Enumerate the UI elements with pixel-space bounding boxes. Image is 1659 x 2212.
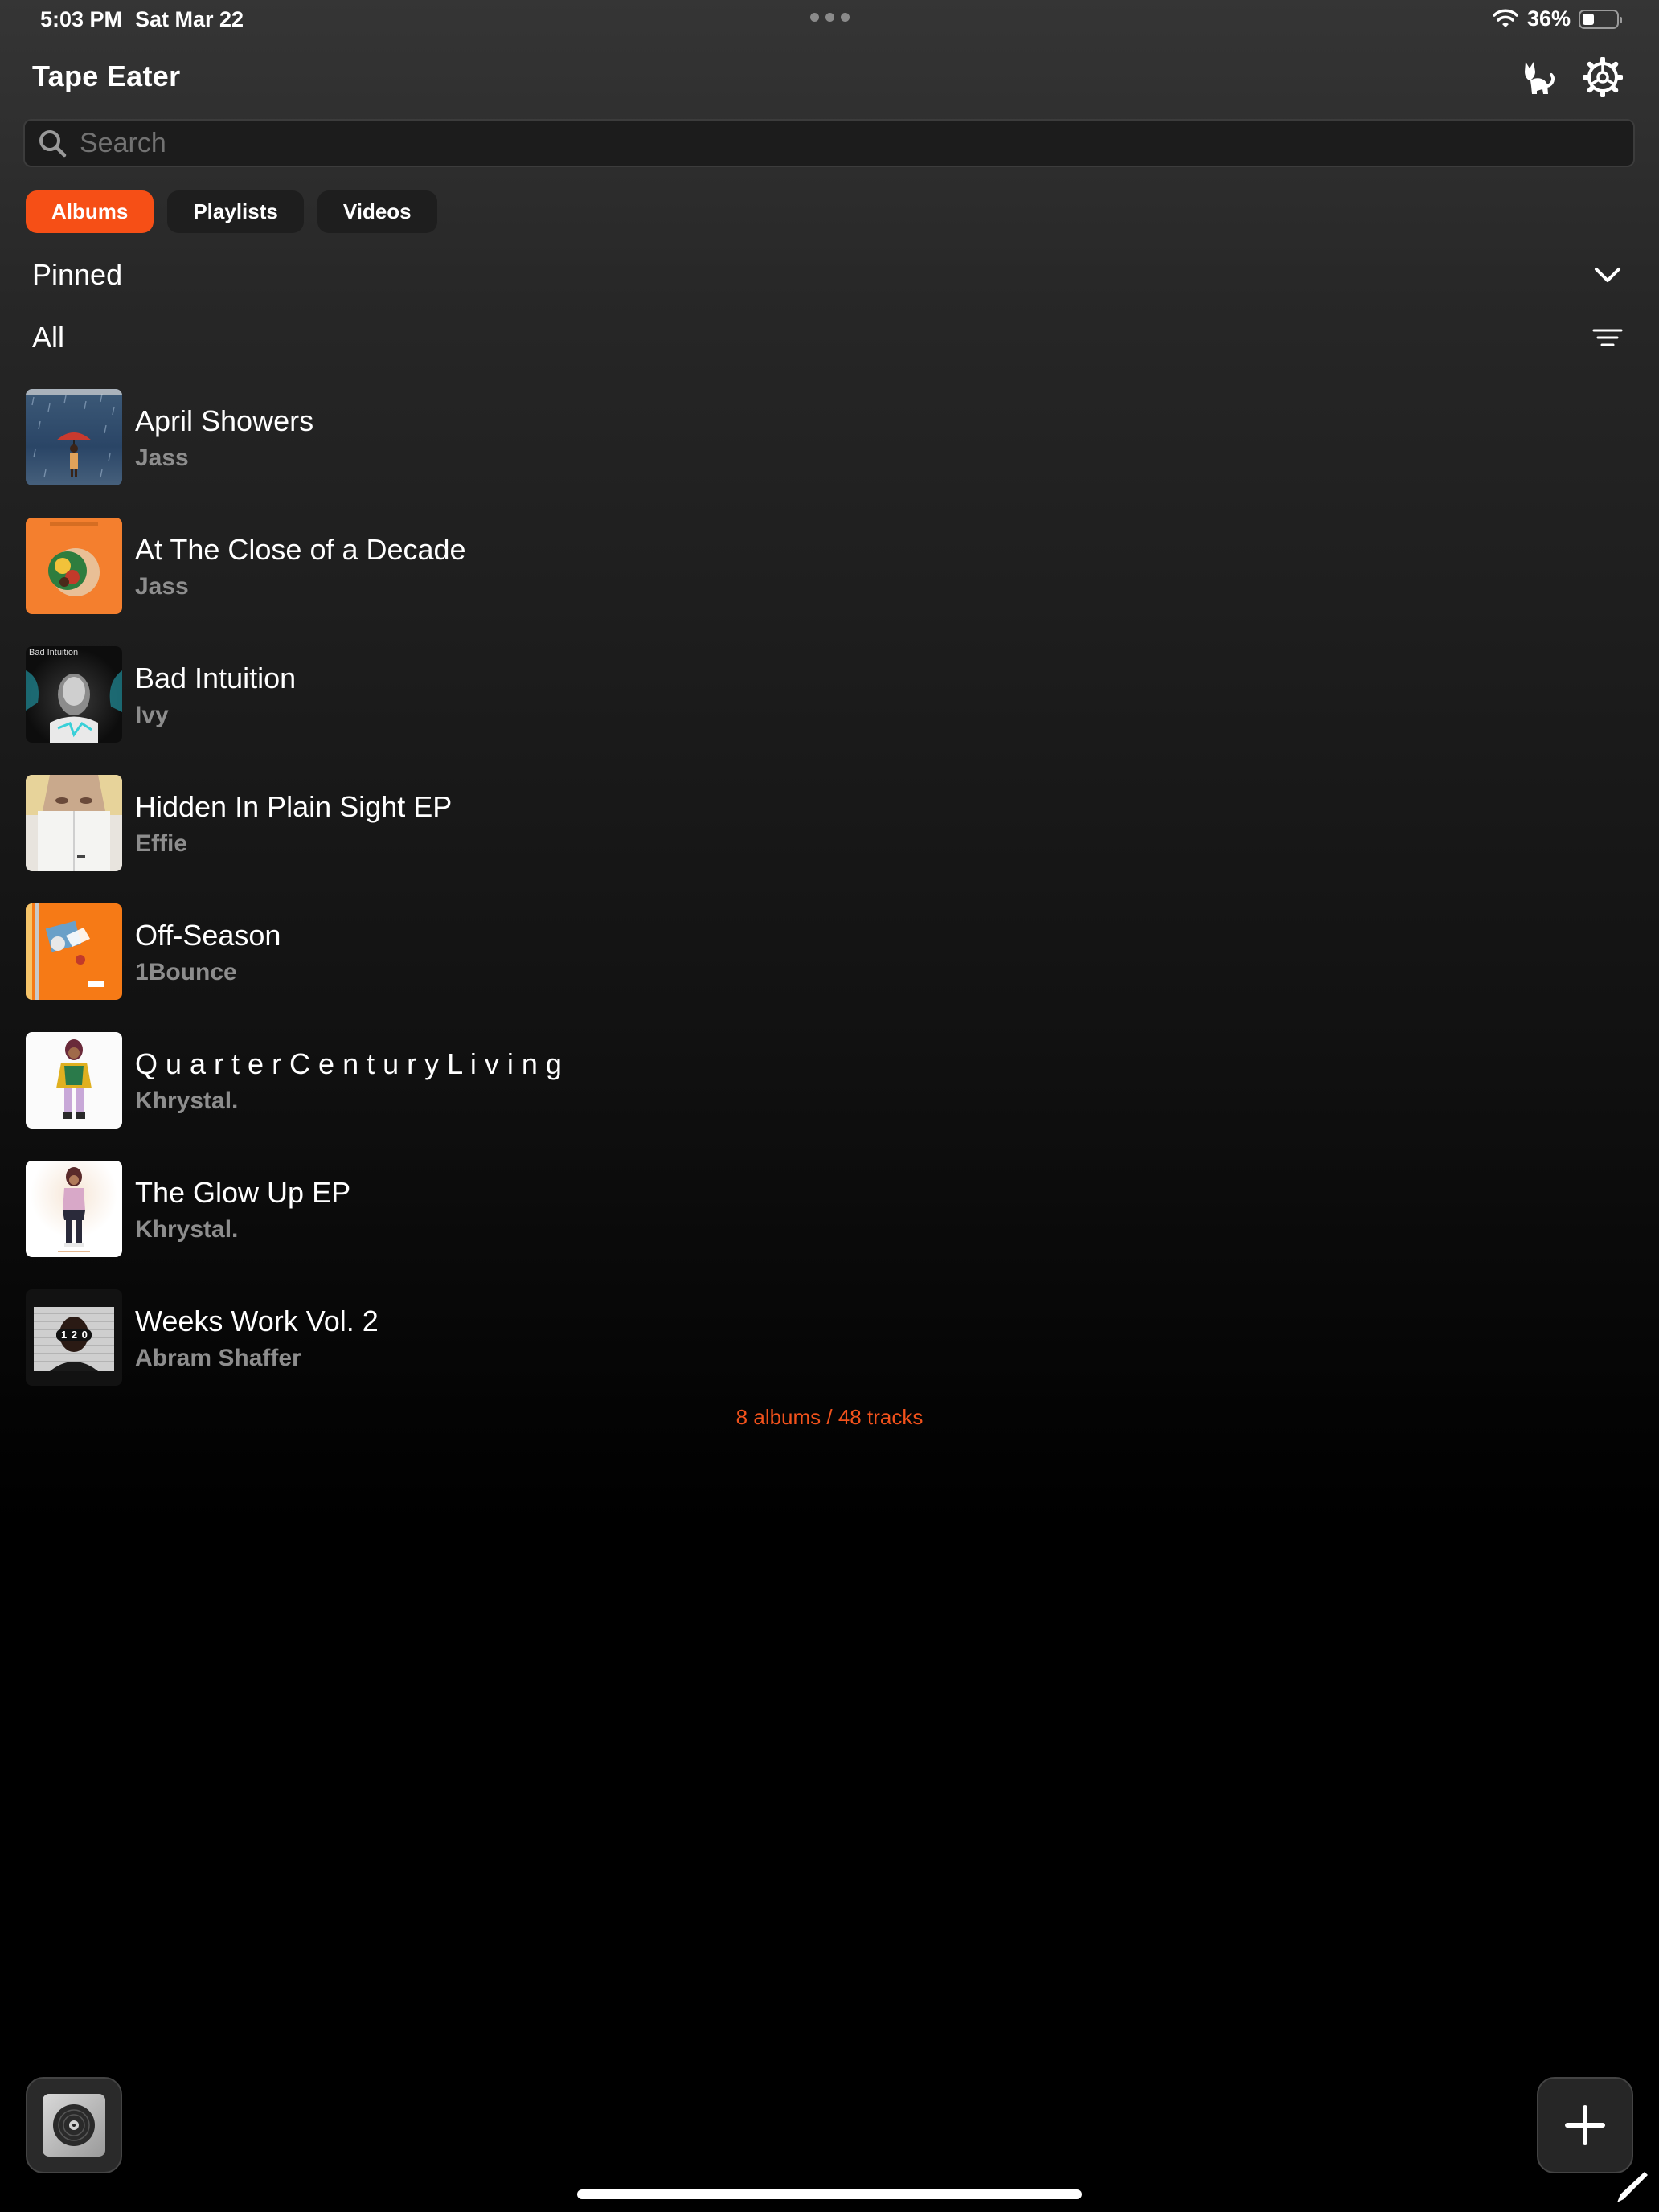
album-title: The Glow Up EP <box>135 1176 351 1209</box>
album-row[interactable]: Hidden In Plain Sight EP Effie <box>26 775 1633 903</box>
battery-icon <box>1579 9 1622 29</box>
multitasking-dots-icon[interactable] <box>810 13 850 22</box>
album-title: Q u a r t e r C e n t u r y L i v i n g <box>135 1047 562 1080</box>
album-row[interactable]: Off-Season 1Bounce <box>26 903 1633 1032</box>
gear-icon[interactable] <box>1582 56 1624 98</box>
search-icon <box>36 127 68 159</box>
album-title: Off-Season <box>135 919 281 952</box>
status-bar: 5:03 PM Sat Mar 22 36% <box>0 0 1659 40</box>
chevron-down-icon[interactable] <box>1588 256 1627 294</box>
album-row[interactable]: April Showers Jass <box>26 389 1633 518</box>
album-artist: 1Bounce <box>135 959 237 985</box>
album-title: April Showers <box>135 404 314 437</box>
pinned-section-header[interactable]: Pinned <box>32 256 1627 294</box>
sort-lines-icon[interactable] <box>1588 318 1627 357</box>
album-art-quarter-century-living <box>26 1032 122 1129</box>
status-right: 36% <box>1492 6 1622 31</box>
album-art-bad-intuition: Bad Intuition <box>26 646 122 743</box>
album-row[interactable]: At The Close of a Decade Jass <box>26 518 1633 646</box>
album-artist: Effie <box>135 830 188 857</box>
album-artist: Ivy <box>135 702 169 728</box>
album-row[interactable]: Bad Intuition Bad Intuition Ivy <box>26 646 1633 775</box>
album-row[interactable]: The Glow Up EP Khrystal. <box>26 1161 1633 1289</box>
album-art-weeks-work: 1 2 0 <box>26 1289 122 1386</box>
search-input[interactable] <box>68 121 1633 166</box>
album-row[interactable]: Q u a r t e r C e n t u r y L i v i n g … <box>26 1032 1633 1161</box>
album-art-april-showers <box>26 389 122 485</box>
tab-playlists[interactable]: Playlists <box>167 190 304 233</box>
cat-icon[interactable] <box>1518 56 1559 98</box>
tab-videos[interactable]: Videos <box>317 190 437 233</box>
album-art-glow-up <box>26 1161 122 1257</box>
pinned-title: Pinned <box>32 258 123 291</box>
album-art-hidden-in-plain-sight <box>26 775 122 871</box>
add-button[interactable] <box>1537 2077 1633 2173</box>
album-artist: Jass <box>135 444 189 471</box>
album-row[interactable]: 1 2 0 Weeks Work Vol. 2 Abram Shaffer <box>26 1289 1633 1418</box>
status-time: 5:03 PM <box>40 7 123 31</box>
album-artist: Jass <box>135 573 189 600</box>
album-title: Hidden In Plain Sight EP <box>135 790 453 823</box>
album-artist: Abram Shaffer <box>135 1345 301 1371</box>
album-art-label: Bad Intuition <box>29 648 79 657</box>
search-bar[interactable] <box>23 119 1635 167</box>
app-title: Tape Eater <box>32 59 181 92</box>
plus-icon <box>1565 2105 1605 2145</box>
album-art-close-of-decade <box>26 518 122 614</box>
tab-albums[interactable]: Albums <box>26 190 154 233</box>
battery-percent: 36% <box>1526 6 1571 31</box>
album-artist: Khrystal. <box>135 1088 239 1114</box>
album-art-off-season <box>26 903 122 1000</box>
album-title: Bad Intuition <box>135 662 297 694</box>
pencil-icon[interactable] <box>1612 2165 1653 2206</box>
all-title: All <box>32 321 65 354</box>
album-title: Weeks Work Vol. 2 <box>135 1305 379 1337</box>
album-title: At The Close of a Decade <box>135 533 466 566</box>
album-art-label: 1 2 0 <box>61 1329 88 1341</box>
vinyl-record-icon <box>43 2094 105 2157</box>
home-indicator[interactable] <box>577 2189 1082 2199</box>
wifi-icon <box>1493 9 1518 27</box>
now-playing-button[interactable] <box>26 2077 122 2173</box>
album-artist: Khrystal. <box>135 1216 239 1243</box>
segment-tabs: Albums Playlists Videos <box>26 190 437 233</box>
status-date: Sat Mar 22 <box>135 7 244 31</box>
library-summary: 8 albums / 48 tracks <box>735 1405 924 1429</box>
album-list: April Showers Jass At The Close of a Dec… <box>26 389 1633 1418</box>
all-section-header: All <box>32 318 1627 357</box>
